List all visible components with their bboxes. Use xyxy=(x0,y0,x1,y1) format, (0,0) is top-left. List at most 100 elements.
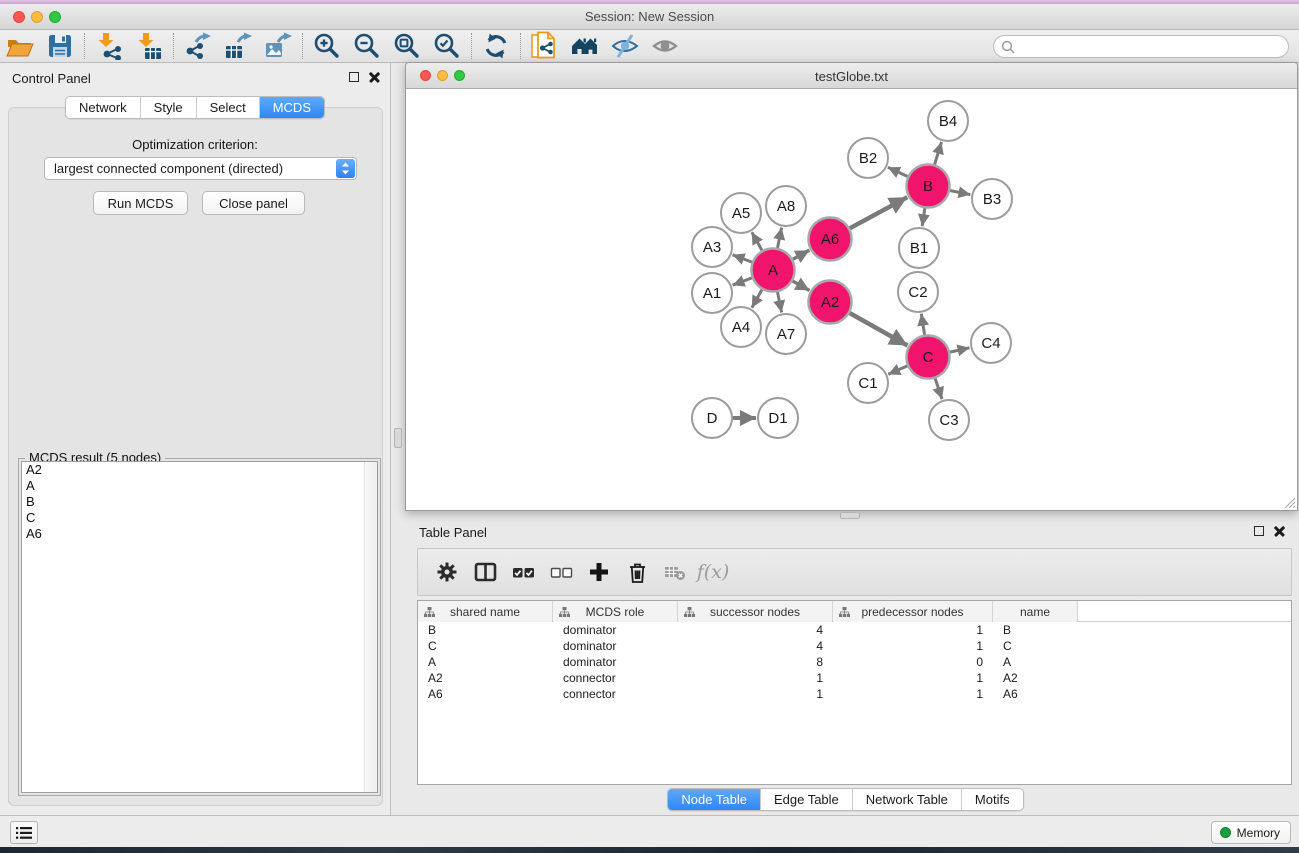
scrollbar-track[interactable] xyxy=(364,462,377,792)
network-graph[interactable]: AA1A2A3A4A5A6A7A8BB1B2B3B4CC1C2C3C4DD1 xyxy=(406,89,1297,510)
mcds-result-item[interactable]: A2 xyxy=(22,462,377,478)
edge-B-B4[interactable] xyxy=(935,142,942,165)
mcds-result-item[interactable]: A6 xyxy=(22,526,377,542)
search-field[interactable] xyxy=(993,35,1289,58)
column-header-successor-nodes[interactable]: successor nodes xyxy=(678,601,833,622)
network-from-file-button[interactable] xyxy=(525,31,565,61)
tab-network-table[interactable]: Network Table xyxy=(853,789,962,810)
mcds-result-item[interactable]: B xyxy=(22,494,377,510)
edge-C-C1[interactable] xyxy=(888,366,907,374)
close-panel-icon[interactable] xyxy=(1274,525,1285,536)
task-history-button[interactable] xyxy=(10,821,38,844)
tab-mcds[interactable]: MCDS xyxy=(260,97,324,118)
control-panel-title: Control Panel xyxy=(12,71,91,86)
memory-button[interactable]: Memory xyxy=(1211,821,1291,844)
splitter-handle-vertical[interactable] xyxy=(394,428,402,448)
export-image-button[interactable] xyxy=(258,31,298,61)
home-button[interactable] xyxy=(565,31,605,61)
tab-select[interactable]: Select xyxy=(197,97,260,118)
tab-edge-table[interactable]: Edge Table xyxy=(761,789,853,810)
eye-slash-icon xyxy=(611,32,639,60)
mcds-result-item[interactable]: A xyxy=(22,478,377,494)
function-builder-button[interactable]: f(x) xyxy=(694,552,732,592)
toolbar-separator xyxy=(302,33,303,59)
node-table[interactable]: shared nameMCDS rolesuccessor nodesprede… xyxy=(417,600,1292,785)
edge-A-A8[interactable] xyxy=(778,228,782,248)
column-header-mcds-role[interactable]: MCDS role xyxy=(553,601,678,622)
edge-C-C2[interactable] xyxy=(921,314,924,335)
zoom-selected-button[interactable] xyxy=(427,31,467,61)
node-label-A5: A5 xyxy=(732,205,750,222)
toolbar-separator xyxy=(520,33,521,59)
zoom-fit-button[interactable] xyxy=(387,31,427,61)
zoom-in-button[interactable] xyxy=(307,31,347,61)
node-label-C: C xyxy=(923,349,934,366)
tab-style[interactable]: Style xyxy=(141,97,197,118)
edge-A-A5[interactable] xyxy=(752,232,762,250)
tab-network[interactable]: Network xyxy=(66,97,141,118)
select-all-button[interactable] xyxy=(504,552,542,592)
import-network-button[interactable] xyxy=(89,31,129,61)
table-row[interactable]: Bdominator41B xyxy=(418,622,1291,638)
refresh-button[interactable] xyxy=(476,31,516,61)
save-session-button[interactable] xyxy=(40,31,80,61)
criterion-dropdown[interactable]: largest connected component (directed) xyxy=(44,157,357,180)
edge-B-B1[interactable] xyxy=(922,208,925,226)
edge-A2-C[interactable] xyxy=(850,313,908,346)
show-columns-button[interactable] xyxy=(466,552,504,592)
column-header-predecessor-nodes[interactable]: predecessor nodes xyxy=(833,601,993,622)
edge-B-B3[interactable] xyxy=(950,191,970,195)
zoom-out-button[interactable] xyxy=(347,31,387,61)
table-settings-button[interactable] xyxy=(428,552,466,592)
mcds-result-list[interactable]: A2ABCA6 xyxy=(21,461,378,793)
column-header-name[interactable]: name xyxy=(993,601,1078,622)
table-row[interactable]: A6connector11A6 xyxy=(418,686,1291,702)
node-label-A8: A8 xyxy=(777,198,795,215)
import-table-button[interactable] xyxy=(129,31,169,61)
export-network-button[interactable] xyxy=(178,31,218,61)
table-cell: A xyxy=(418,655,553,669)
deselect-all-button[interactable] xyxy=(542,552,580,592)
column-header-shared-name[interactable]: shared name xyxy=(418,601,553,622)
tab-motifs[interactable]: Motifs xyxy=(962,789,1023,810)
node-label-B4: B4 xyxy=(939,113,957,130)
show-all-button[interactable] xyxy=(645,31,685,61)
node-label-C2: C2 xyxy=(908,284,927,301)
close-panel-button[interactable]: Close panel xyxy=(202,191,305,215)
network-canvas[interactable]: AA1A2A3A4A5A6A7A8BB1B2B3B4CC1C2C3C4DD1 xyxy=(406,89,1297,510)
edge-A6-B[interactable] xyxy=(850,197,908,228)
table-panel: Table Panel xyxy=(392,515,1299,815)
table-cell: 8 xyxy=(678,655,833,669)
table-row[interactable]: Adominator80A xyxy=(418,654,1291,670)
run-mcds-button[interactable]: Run MCDS xyxy=(93,191,188,215)
edge-A-A4[interactable] xyxy=(752,290,762,308)
open-session-button[interactable] xyxy=(0,31,40,61)
table-cell: 1 xyxy=(678,687,833,701)
float-panel-icon[interactable] xyxy=(349,72,359,82)
network-window-titlebar[interactable]: testGlobe.txt xyxy=(406,63,1297,89)
edge-C-C3[interactable] xyxy=(935,378,942,399)
search-input[interactable] xyxy=(1015,37,1288,56)
edge-A-A7[interactable] xyxy=(778,292,782,312)
delete-table-button[interactable] xyxy=(656,552,694,592)
tab-node-table[interactable]: Node Table xyxy=(668,789,761,810)
edge-C-C4[interactable] xyxy=(950,348,970,352)
node-label-B: B xyxy=(923,178,933,195)
hide-selected-button[interactable] xyxy=(605,31,645,61)
edge-A-A1[interactable] xyxy=(733,278,752,285)
node-label-A7: A7 xyxy=(777,326,795,343)
delete-column-button[interactable] xyxy=(618,552,656,592)
float-panel-icon[interactable] xyxy=(1254,526,1264,536)
edge-A-A2[interactable] xyxy=(793,281,810,291)
export-table-button[interactable] xyxy=(218,31,258,61)
create-column-button[interactable] xyxy=(580,552,618,592)
table-row[interactable]: A2connector11A2 xyxy=(418,670,1291,686)
mcds-result-item[interactable]: C xyxy=(22,510,377,526)
close-panel-icon[interactable] xyxy=(369,71,380,82)
edge-A-A3[interactable] xyxy=(733,255,752,262)
list-icon xyxy=(16,826,32,840)
edge-A-A6[interactable] xyxy=(793,250,810,259)
resize-grip-icon[interactable] xyxy=(1283,496,1296,509)
edge-B-B2[interactable] xyxy=(888,167,908,176)
table-row[interactable]: Cdominator41C xyxy=(418,638,1291,654)
